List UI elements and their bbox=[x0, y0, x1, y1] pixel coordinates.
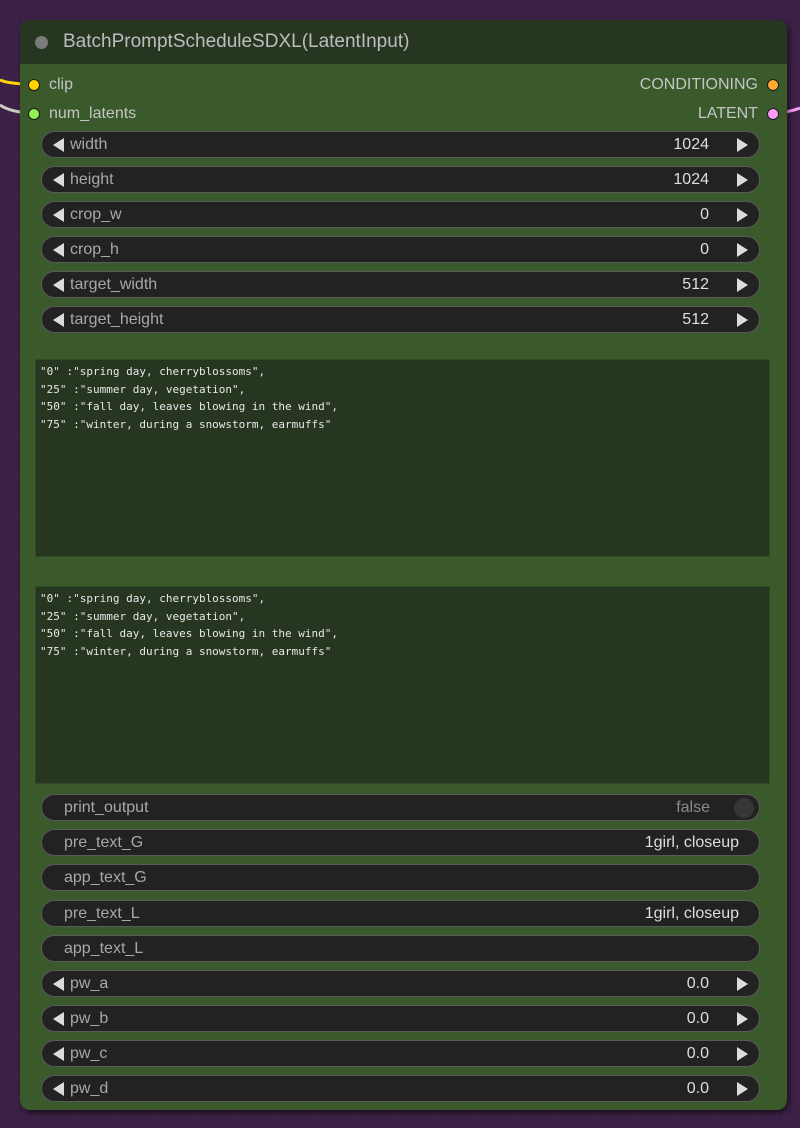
decrement-arrow-icon[interactable] bbox=[53, 172, 64, 187]
output-label: LATENT bbox=[697, 105, 758, 122]
decrement-arrow-icon[interactable] bbox=[53, 242, 64, 257]
widget-label: app_text_L bbox=[64, 939, 144, 957]
widget-label: pw_a bbox=[70, 974, 109, 992]
input-slot-clip[interactable]: clip bbox=[28, 75, 73, 95]
widget-value[interactable]: 512 bbox=[682, 276, 709, 294]
decrement-arrow-icon[interactable] bbox=[53, 207, 64, 222]
increment-arrow-icon[interactable] bbox=[737, 1046, 748, 1061]
input-label: num_latents bbox=[49, 105, 137, 122]
widget-value[interactable]: 0.0 bbox=[687, 975, 709, 993]
widget-label: pw_b bbox=[70, 1009, 109, 1027]
widget-label: app_text_G bbox=[64, 868, 147, 886]
crop-h-widget[interactable]: crop_h 0 bbox=[41, 236, 760, 263]
output-slot-latent[interactable]: LATENT bbox=[698, 104, 779, 124]
increment-arrow-icon[interactable] bbox=[737, 976, 748, 991]
height-widget[interactable]: height 1024 bbox=[41, 166, 760, 193]
widget-value[interactable]: 0.0 bbox=[687, 1045, 709, 1063]
widget-value[interactable]: 512 bbox=[682, 311, 709, 329]
pw-c-widget[interactable]: pw_c 0.0 bbox=[41, 1040, 760, 1067]
num-latents-slot-dot-icon[interactable] bbox=[28, 108, 40, 120]
collapse-dot-icon[interactable] bbox=[35, 35, 48, 49]
increment-arrow-icon[interactable] bbox=[737, 1011, 748, 1026]
input-slot-num-latents[interactable]: num_latents bbox=[28, 104, 136, 124]
increment-arrow-icon[interactable] bbox=[737, 137, 748, 152]
widget-value[interactable]: 0 bbox=[700, 206, 709, 224]
increment-arrow-icon[interactable] bbox=[737, 312, 748, 327]
decrement-arrow-icon[interactable] bbox=[53, 976, 64, 991]
node-title: BatchPromptScheduleSDXL(LatentInput) bbox=[63, 31, 410, 52]
pre-text-g-widget[interactable]: pre_text_G 1girl, closeup bbox=[41, 829, 760, 856]
widget-label: pre_text_G bbox=[64, 833, 144, 851]
decrement-arrow-icon[interactable] bbox=[53, 1081, 64, 1096]
text-l-textarea[interactable] bbox=[35, 586, 770, 784]
decrement-arrow-icon[interactable] bbox=[53, 1011, 64, 1026]
widget-value[interactable]: 1girl, closeup bbox=[645, 905, 739, 923]
widget-label: target_height bbox=[70, 310, 164, 328]
widget-value[interactable]: 1girl, closeup bbox=[645, 834, 739, 852]
target-height-widget[interactable]: target_height 512 bbox=[41, 306, 760, 333]
widget-label: height bbox=[70, 170, 114, 188]
toggle-value: false bbox=[676, 798, 710, 816]
app-text-l-widget[interactable]: app_text_L bbox=[41, 935, 760, 962]
decrement-arrow-icon[interactable] bbox=[53, 1046, 64, 1061]
node-header[interactable]: BatchPromptScheduleSDXL(LatentInput) bbox=[20, 20, 787, 64]
widget-label: pw_c bbox=[70, 1044, 108, 1062]
widget-value[interactable]: 0.0 bbox=[687, 1080, 709, 1098]
latent-slot-dot-icon[interactable] bbox=[767, 108, 779, 120]
widget-value[interactable]: 1024 bbox=[673, 136, 709, 154]
widget-label: crop_h bbox=[70, 240, 119, 258]
increment-arrow-icon[interactable] bbox=[737, 1081, 748, 1096]
output-label: CONDITIONING bbox=[639, 76, 758, 93]
output-slot-conditioning[interactable]: CONDITIONING bbox=[640, 75, 779, 95]
widget-label: print_output bbox=[64, 798, 149, 816]
conditioning-slot-dot-icon[interactable] bbox=[767, 79, 779, 91]
widget-label: pre_text_L bbox=[64, 904, 140, 922]
widget-value[interactable]: 0.0 bbox=[687, 1010, 709, 1028]
input-label: clip bbox=[49, 76, 74, 93]
decrement-arrow-icon[interactable] bbox=[53, 312, 64, 327]
widget-label: target_width bbox=[70, 275, 158, 293]
increment-arrow-icon[interactable] bbox=[737, 207, 748, 222]
app-text-g-widget[interactable]: app_text_G bbox=[41, 864, 760, 891]
print-output-toggle[interactable]: print_output false bbox=[41, 794, 760, 821]
batch-prompt-schedule-node[interactable]: BatchPromptScheduleSDXL(LatentInput) cli… bbox=[20, 20, 787, 1110]
pw-d-widget[interactable]: pw_d 0.0 bbox=[41, 1075, 760, 1102]
target-width-widget[interactable]: target_width 512 bbox=[41, 271, 760, 298]
width-widget[interactable]: width 1024 bbox=[41, 131, 760, 158]
pw-b-widget[interactable]: pw_b 0.0 bbox=[41, 1005, 760, 1032]
widget-label: width bbox=[70, 135, 108, 153]
increment-arrow-icon[interactable] bbox=[737, 172, 748, 187]
clip-slot-dot-icon[interactable] bbox=[28, 79, 40, 91]
widget-label: pw_d bbox=[70, 1079, 109, 1097]
widget-value[interactable]: 1024 bbox=[673, 171, 709, 189]
decrement-arrow-icon[interactable] bbox=[53, 277, 64, 292]
widget-value[interactable]: 0 bbox=[700, 241, 709, 259]
text-g-textarea[interactable] bbox=[35, 359, 770, 557]
decrement-arrow-icon[interactable] bbox=[53, 137, 64, 152]
pre-text-l-widget[interactable]: pre_text_L 1girl, closeup bbox=[41, 900, 760, 927]
widget-label: crop_w bbox=[70, 205, 122, 223]
increment-arrow-icon[interactable] bbox=[737, 277, 748, 292]
crop-w-widget[interactable]: crop_w 0 bbox=[41, 201, 760, 228]
increment-arrow-icon[interactable] bbox=[737, 242, 748, 257]
toggle-indicator-icon[interactable] bbox=[734, 797, 754, 818]
pw-a-widget[interactable]: pw_a 0.0 bbox=[41, 970, 760, 997]
